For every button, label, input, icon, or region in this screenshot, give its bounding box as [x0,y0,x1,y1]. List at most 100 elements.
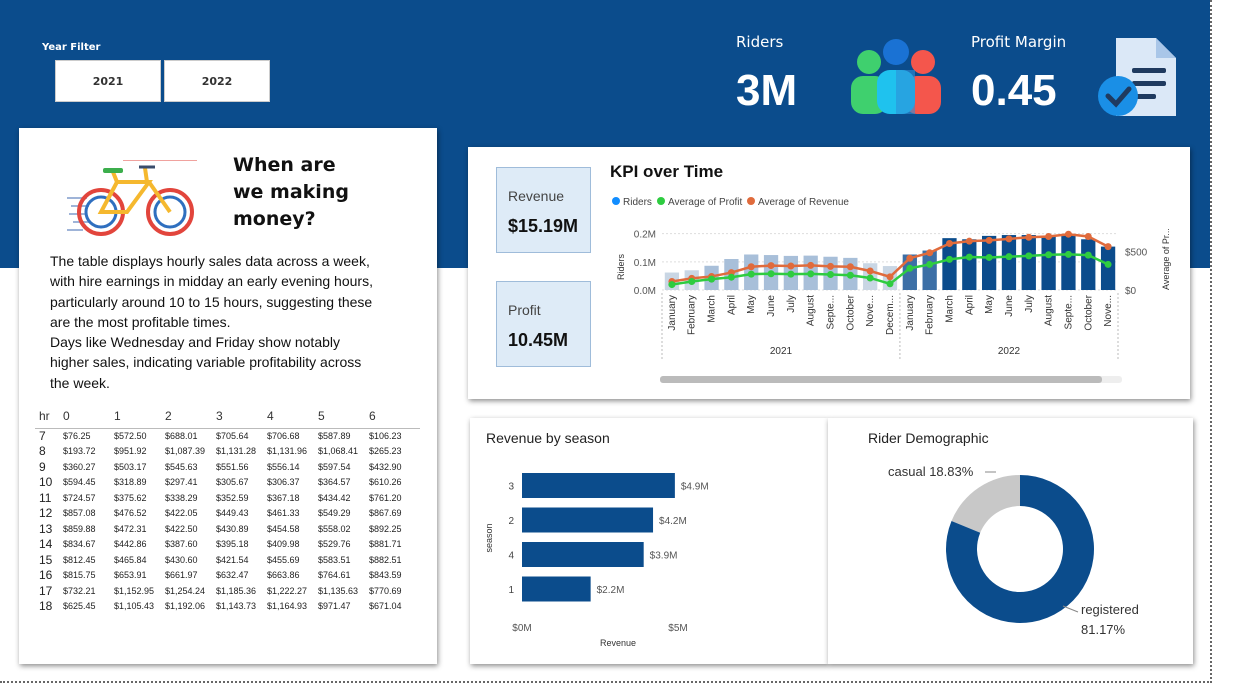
y2-tick-label: $0 [1125,286,1137,297]
value-cell: $434.42 [318,492,351,503]
value-cell: $476.52 [114,508,147,519]
value-cell: $859.88 [63,523,96,534]
series-point [926,260,934,268]
value-cell: $395.18 [216,539,249,550]
x-tick-label: May [746,295,757,314]
year-filter-2021-button[interactable]: 2021 [55,60,161,102]
x-tick-label: Nove... [1103,295,1114,327]
table-header-row: hr 0 1 2 3 4 5 6 [35,404,420,429]
data-label: $2.2M [597,585,625,596]
table-row: 7 $76.25 $572.50 $688.01 $705.64 $706.68 $587.… [35,428,420,444]
day-column-header[interactable]: 1 [114,404,165,429]
day-column-header[interactable]: 2 [165,404,216,429]
series-point [827,271,835,278]
horizontal-scrollbar[interactable] [660,376,1102,383]
riders-bar [962,239,977,290]
season-bar [522,542,644,567]
value-cell: $503.17 [114,461,147,472]
value-cell: $1,164.93 [267,601,308,612]
hourly-sales-table[interactable]: hr 0 1 2 3 4 5 6 7 $76.25 $572.50 $688.01 $705.64 $7… [35,404,420,614]
slice-label-registered: registered [1081,602,1139,617]
x-tick-label: February [925,295,936,335]
hour-cell: 7 [39,429,46,443]
rider-demographic-chart[interactable]: casual 18.83% registered 81.17% [828,418,1193,664]
value-cell: $834.67 [63,539,96,550]
day-column-header[interactable]: 3 [216,404,267,429]
series-point [1045,251,1053,259]
value-cell: $653.91 [114,570,147,581]
value-cell: $881.71 [369,539,402,550]
series-point [945,240,953,247]
value-cell: $387.60 [165,539,198,550]
riders-bar [1021,235,1036,290]
value-cell: $587.89 [318,431,351,441]
slice-label-casual: casual 18.83% [888,464,974,479]
series-point [688,277,696,285]
value-cell: $812.45 [63,554,96,565]
hour-cell: 11 [39,490,52,505]
value-cell: $671.04 [369,601,402,612]
story-heading-line: money? [233,208,316,230]
story-line: The table displays hourly sales data acr… [50,253,370,269]
table-row: 15 $812.45 $465.84 $430.60 $421.54 $455.69 $58… [35,552,420,568]
value-cell: $1,131.96 [267,446,308,457]
rider-demographic-card: Rider Demographic casual 18.83% registere… [828,418,1193,664]
value-cell: $265.23 [369,446,402,457]
value-cell: $632.47 [216,570,249,581]
series-point [965,237,973,245]
value-cell: $882.51 [369,554,402,565]
value-cell: $705.64 [216,431,249,441]
value-cell: $352.59 [216,492,249,503]
value-cell: $857.08 [63,508,96,519]
series-point [846,263,854,271]
x-tick-label: Nove... [865,295,876,327]
y2-tick-label: $500 [1125,247,1148,258]
series-point [1084,251,1092,259]
value-cell: $1,185.36 [216,585,257,596]
revenue-by-season-chart[interactable]: 3 $4.9M 2 $4.2M 4 $3.9M 1 $2.2M $0M $5M Revenue sea… [470,418,828,664]
season-bar [522,507,654,533]
day-column-header[interactable]: 6 [369,404,420,429]
series-point [1005,253,1013,261]
revenue-card: Revenue $15.19M [496,167,591,253]
year-filter-2022-button[interactable]: 2022 [164,60,270,102]
hour-column-header[interactable]: hr [35,404,63,429]
series-point [1025,233,1033,241]
value-cell: $442.86 [114,539,147,550]
value-cell: $583.51 [318,554,351,565]
value-cell: $1,131.28 [216,446,257,457]
kpi-over-time-chart[interactable]: Riders Average of Profit Average of Revenu… [608,189,1188,389]
x-tick-label: May [984,295,995,314]
legend-marker [657,197,665,205]
x-tick-label: October [845,294,856,330]
series-point [827,262,835,270]
series-point [767,270,775,278]
series-point [708,275,716,283]
x-tick-label: $5M [668,623,687,634]
legend-marker [612,197,620,205]
value-cell: $551.56 [216,461,249,472]
legend-label: Riders [623,197,652,208]
value-cell: $764.61 [318,570,351,581]
series-point [807,261,815,269]
value-cell: $449.43 [216,508,249,519]
day-column-header[interactable]: 4 [267,404,318,429]
season-bar [522,473,675,498]
series-point [1005,235,1013,243]
table-row: 16 $815.75 $653.91 $661.97 $632.47 $663.86 $76… [35,568,420,584]
series-point [727,273,735,281]
value-cell: $529.76 [318,539,351,550]
hour-cell: 13 [39,521,53,536]
value-cell: $106.23 [369,431,402,441]
table-row: 10 $594.45 $318.89 $297.41 $305.67 $306.37 $36… [35,475,420,491]
day-column-header[interactable]: 5 [318,404,369,429]
value-cell: $1,105.43 [114,601,155,612]
day-column-header[interactable]: 0 [63,404,114,429]
y-tick-label: 0.2M [634,230,656,241]
series-point [846,271,854,279]
value-cell: $1,222.27 [267,585,308,596]
value-cell: $732.21 [63,585,96,596]
value-cell: $843.59 [369,570,402,581]
y-tick-label: 1 [508,585,514,596]
x-tick-label: Decem... [885,295,896,335]
